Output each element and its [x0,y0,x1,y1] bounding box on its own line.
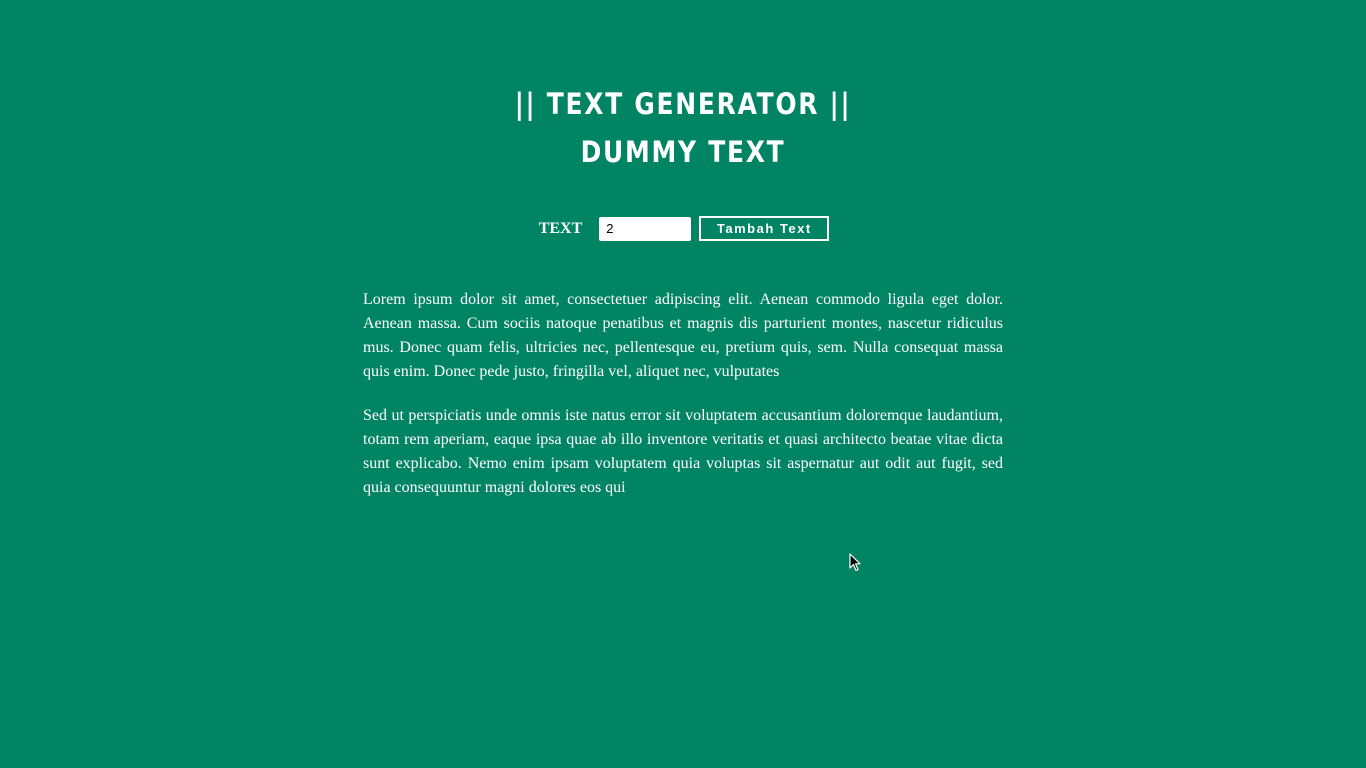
page-subtitle: DUMMY TEXT [580,135,786,169]
mouse-pointer-icon [849,553,861,572]
text-count-label: TEXT [538,219,583,237]
generated-text-area: Lorem ipsum dolor sit amet, consectetuer… [363,288,1003,520]
generator-form: TEXT Tambah Text [539,216,830,241]
add-text-button[interactable]: Tambah Text [699,216,830,241]
paragraph-count-input[interactable] [599,216,692,241]
generator-controls: TEXT Tambah Text [0,216,1366,241]
generated-paragraph: Lorem ipsum dolor sit amet, consectetuer… [363,291,1003,380]
generated-paragraph: Sed ut perspiciatis unde omnis iste natu… [363,407,1003,496]
page-title: || TEXT GENERATOR || [514,87,852,121]
page-header: || TEXT GENERATOR || DUMMY TEXT [0,80,1366,176]
